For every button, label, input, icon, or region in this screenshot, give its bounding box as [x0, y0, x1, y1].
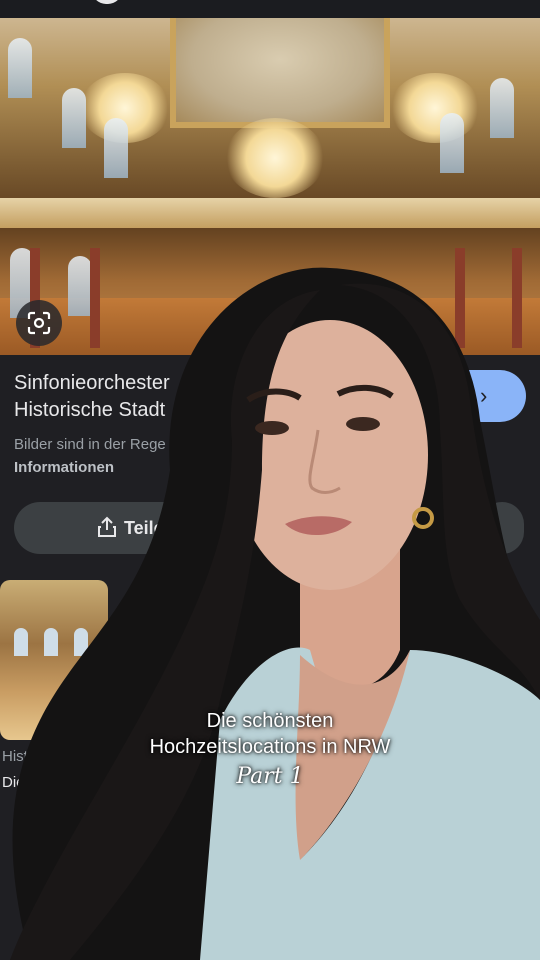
share-icon: [98, 516, 116, 537]
caption-part: Part 1: [236, 764, 304, 789]
balcony: [0, 198, 540, 228]
nose: [308, 429, 341, 494]
result-title-line1: Sinfonieorchester: [14, 372, 170, 394]
share-button[interactable]: Teile: [14, 502, 204, 554]
window: [68, 256, 92, 316]
lens-button[interactable]: [16, 300, 62, 346]
pillar: [512, 248, 522, 348]
window: [490, 78, 514, 138]
pillar: [90, 248, 100, 348]
neck: [300, 540, 400, 689]
ceiling-fresco: [170, 18, 390, 128]
caption-line1: Die schönsten: [206, 710, 334, 732]
brow-right: [336, 384, 394, 399]
status-bar: [0, 0, 540, 18]
eye-right: [346, 417, 380, 431]
result-title[interactable]: Sinfonieorchester Historische Stadt: [14, 370, 214, 424]
visit-label: en: [450, 385, 471, 406]
window: [440, 113, 464, 173]
mouth: [285, 516, 352, 536]
eye-left: [255, 421, 289, 435]
info-link[interactable]: Informationen: [14, 459, 114, 476]
window: [62, 88, 86, 148]
video-caption: Die schönsten Hochzeitslocations in NRW …: [0, 708, 540, 790]
window: [104, 118, 128, 178]
brow-left: [246, 388, 302, 403]
window: [74, 628, 88, 656]
more-button[interactable]: [480, 502, 524, 554]
earring: [412, 507, 434, 529]
chandelier-right: [390, 73, 480, 143]
chandelier-center: [225, 118, 325, 198]
result-title-line2: Historische Stadt: [14, 399, 166, 421]
face: [232, 320, 428, 590]
sweater: [200, 647, 540, 960]
chevron-right-icon: ›: [480, 383, 488, 408]
share-label: Teile: [124, 517, 164, 538]
result-subtitle: Bilder sind in der Rege: [14, 436, 166, 453]
window: [44, 628, 58, 656]
window: [8, 38, 32, 98]
window: [14, 628, 28, 656]
camera-notch: [92, 0, 122, 4]
pillar: [455, 248, 465, 348]
lens-icon: [27, 311, 51, 335]
caption-line2: Hochzeitslocations in NRW: [149, 736, 391, 758]
hall-image[interactable]: [0, 18, 540, 355]
visit-button[interactable]: en ›: [430, 370, 526, 422]
